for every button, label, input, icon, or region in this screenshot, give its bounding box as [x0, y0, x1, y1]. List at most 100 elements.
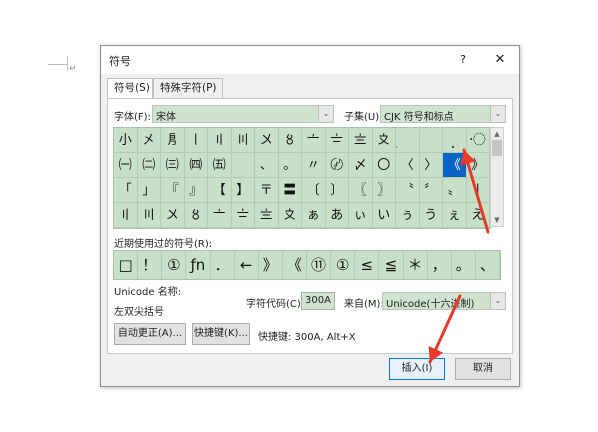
recent-symbol-cell[interactable]: ，: [428, 251, 452, 279]
symbol-cell[interactable]: 「: [114, 178, 138, 203]
symbol-cell[interactable]: 『: [161, 178, 185, 203]
symbol-cell[interactable]: 〦: [302, 128, 326, 153]
symbol-cell[interactable]: ㈡: [137, 153, 161, 178]
symbol-cell[interactable]: 」: [137, 178, 161, 203]
symbol-cell[interactable]: 〫: [419, 128, 443, 153]
recent-symbol-cell[interactable]: 》: [259, 251, 283, 279]
font-label: 字体(F):: [114, 112, 151, 123]
symbol-cell[interactable]: う: [419, 203, 443, 228]
symbol-cell[interactable]: 〈: [396, 153, 420, 178]
symbol-cell[interactable]: 〗: [372, 178, 396, 203]
symbol-cell[interactable]: 〡: [466, 178, 490, 203]
recent-symbol-cell[interactable]: □: [114, 251, 139, 279]
symbol-cell[interactable]: 、: [255, 153, 279, 178]
symbol-cell[interactable]: 〄: [325, 153, 349, 178]
symbol-cell[interactable]: 〨: [255, 203, 279, 228]
symbol-cell[interactable]: 〢: [114, 203, 138, 228]
symbol-cell[interactable]: 〣: [231, 128, 255, 153]
symbol-cell[interactable]: あ: [325, 203, 349, 228]
symbol-cell[interactable]: 〓: [278, 178, 302, 203]
symbol-cell[interactable]: 〤: [161, 203, 185, 228]
symbol-cell[interactable]: 〒: [255, 178, 279, 203]
symbol-cell[interactable]: 』: [184, 178, 208, 203]
symbol-cell[interactable]: 【: [208, 178, 232, 203]
symbol-cell[interactable]: い: [372, 203, 396, 228]
symbol-cell[interactable]: 〃: [302, 153, 326, 178]
symbol-grid-scrollbar[interactable]: ▲ ▼: [490, 127, 504, 227]
symbol-cell[interactable]: 〕: [325, 178, 349, 203]
symbol-cell[interactable]: 㐆: [161, 128, 185, 153]
symbol-cell[interactable]: え: [466, 203, 490, 228]
symbol-cell[interactable]: 《: [443, 153, 467, 178]
symbol-cell[interactable]: 〧: [231, 203, 255, 228]
symbol-cell[interactable]: ㈢: [161, 153, 185, 178]
recent-symbol-cell[interactable]: ＊: [404, 251, 428, 279]
recent-symbol-cell[interactable]: 《: [283, 251, 307, 279]
symbol-cell[interactable]: 》: [466, 153, 490, 178]
recent-symbol-cell[interactable]: ≤: [355, 251, 380, 279]
symbol-cell[interactable]: 〦: [208, 203, 232, 228]
symbol-cell[interactable]: 〮: [466, 128, 490, 153]
symbol-cell[interactable]: 小: [114, 128, 138, 153]
recent-symbol-cell[interactable]: ！: [138, 251, 163, 279]
recent-symbol-cell[interactable]: 、: [476, 251, 500, 279]
symbol-cell[interactable]: 〉: [419, 153, 443, 178]
recent-symbol-cell[interactable]: 。: [452, 251, 476, 279]
symbol-cell[interactable]: 〭: [443, 128, 467, 153]
symbol-cell[interactable]: 〪: [396, 128, 420, 153]
subset-dropdown[interactable]: CJK 符号和标点 ⌄: [380, 105, 506, 123]
font-dropdown[interactable]: 宋体 ⌄: [152, 105, 334, 123]
scroll-thumb[interactable]: [492, 140, 502, 156]
recent-symbol-cell[interactable]: ．: [211, 251, 235, 279]
symbol-cell[interactable]: 〖: [349, 178, 373, 203]
autocorrect-button[interactable]: 自动更正(A)...: [114, 323, 186, 345]
symbol-cell[interactable]: 。: [278, 153, 302, 178]
symbol-cell[interactable]: 〇: [372, 153, 396, 178]
symbol-cell[interactable]: 〝: [396, 178, 420, 203]
cancel-button[interactable]: 取消: [455, 358, 511, 380]
symbol-cell[interactable]: ぃ: [349, 203, 373, 228]
symbol-cell[interactable]: [231, 153, 255, 178]
scroll-up-icon[interactable]: ▲: [491, 128, 503, 140]
recent-symbol-cell[interactable]: ①: [162, 251, 187, 279]
symbol-cell[interactable]: 〔: [302, 178, 326, 203]
symbol-cell[interactable]: 〨: [349, 128, 373, 153]
close-button[interactable]: ✕: [489, 50, 511, 70]
symbol-cell[interactable]: ㈠: [114, 153, 138, 178]
symbol-cell[interactable]: ぅ: [396, 203, 420, 228]
symbol-cell[interactable]: ㈤: [208, 153, 232, 178]
symbol-cell[interactable]: 〆: [349, 153, 373, 178]
symbol-cell[interactable]: 〡: [184, 128, 208, 153]
symbol-cell[interactable]: ㈣: [184, 153, 208, 178]
symbol-cell[interactable]: 】: [231, 178, 255, 203]
help-button[interactable]: ?: [453, 50, 473, 70]
char-code-input[interactable]: 300A: [301, 292, 335, 310]
symbol-cell[interactable]: 〢: [208, 128, 232, 153]
symbol-cell[interactable]: 〥: [278, 128, 302, 153]
subset-value: CJK 符号和标点: [384, 112, 454, 123]
symbol-cell[interactable]: ぁ: [302, 203, 326, 228]
symbol-cell[interactable]: 〞: [419, 178, 443, 203]
symbol-dialog: 符号 ? ✕ 符号(S) 特殊字符(P) 字体(F): 宋体 ⌄ 子集(U): …: [100, 45, 520, 387]
symbol-cell[interactable]: 㐅: [137, 128, 161, 153]
tab-special-characters[interactable]: 特殊字符(P): [153, 78, 223, 99]
from-dropdown[interactable]: Unicode(十六进制) ⌄: [382, 292, 506, 310]
symbol-cell[interactable]: 〤: [255, 128, 279, 153]
recent-symbol-cell[interactable]: ƒn: [186, 251, 211, 279]
symbol-cell[interactable]: 〟: [443, 178, 467, 203]
symbol-cell[interactable]: 〩: [278, 203, 302, 228]
symbol-cell[interactable]: ぇ: [443, 203, 467, 228]
recent-symbol-cell[interactable]: ⑪: [307, 251, 332, 279]
recent-symbol-cell[interactable]: ≦: [379, 251, 404, 279]
symbol-cell[interactable]: 〥: [184, 203, 208, 228]
recent-symbol-cell[interactable]: ←: [235, 251, 259, 279]
recent-symbol-cell[interactable]: ①: [331, 251, 356, 279]
insert-button[interactable]: 插入(I): [389, 358, 445, 380]
shortcut-key-button[interactable]: 快捷键(K)...: [192, 323, 250, 345]
tab-symbols[interactable]: 符号(S): [107, 78, 153, 100]
symbol-cell[interactable]: 〣: [137, 203, 161, 228]
title-bar: 符号 ? ✕: [101, 46, 519, 74]
symbol-cell[interactable]: 〧: [325, 128, 349, 153]
symbol-cell[interactable]: 〩: [372, 128, 396, 153]
scroll-down-icon[interactable]: ▼: [491, 214, 503, 226]
